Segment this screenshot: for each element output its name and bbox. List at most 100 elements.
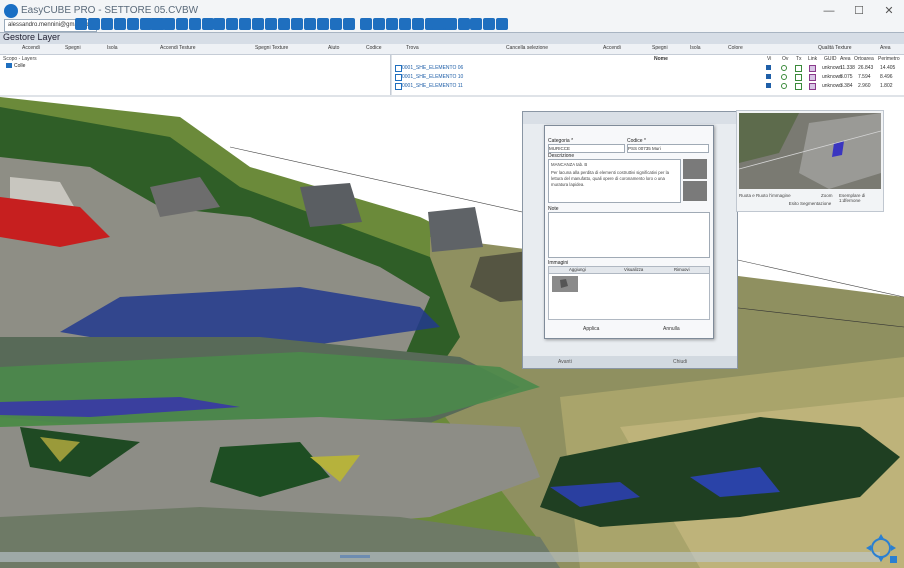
link-icon[interactable] (809, 65, 816, 72)
link-icon[interactable] (809, 74, 816, 81)
descrizione-textarea[interactable]: MANCANZA tab. B Per lacuna alla perdita … (548, 159, 681, 203)
chevron-left-icon[interactable] (239, 18, 251, 30)
visible-icon[interactable] (766, 74, 771, 79)
col-spegni-right[interactable]: Spegni (652, 45, 668, 51)
print-icon[interactable] (317, 18, 329, 30)
cube-icon[interactable] (386, 18, 398, 30)
folder-icon[interactable] (483, 18, 495, 30)
close-button[interactable]: ✕ (878, 4, 900, 18)
texture-icon[interactable] (795, 65, 802, 72)
grid-col-perimetro[interactable]: Perimetro (878, 56, 900, 62)
col-codice[interactable]: Codice (366, 45, 382, 51)
3d-viewport[interactable]: Avanti Chiudi Ruota e Ruoto l'immagine Z… (0, 97, 904, 568)
link-icon[interactable] (809, 83, 816, 90)
zoom-button[interactable]: Zoom (821, 193, 833, 198)
tree-item-colle[interactable]: Colle (6, 63, 25, 69)
maximize-button[interactable]: ☐ (848, 4, 870, 18)
table-row[interactable]: 0001_SHE_ELEMENTO 11 unknown 3.384 2.960 1.8… (392, 82, 904, 90)
categoria-select[interactable]: MURICCE (548, 144, 625, 153)
col-cancella-selezione[interactable]: Cancella selezione (506, 45, 548, 51)
back-dialog-close-button[interactable]: Chiudi (673, 359, 687, 365)
shapes-icon[interactable] (373, 18, 385, 30)
lock-icon[interactable] (458, 18, 470, 30)
table-row[interactable]: 0001_SHE_ELEMENTO 10 unknown 8.075 7.594 8.4… (392, 73, 904, 81)
filter-icon[interactable] (265, 18, 277, 30)
camera-icon[interactable] (127, 18, 139, 30)
settings-icon[interactable] (176, 18, 188, 30)
col-spegni-texture[interactable]: Spegni Texture (255, 45, 288, 51)
grid-col-area[interactable]: Area (840, 56, 851, 62)
note-textarea[interactable] (548, 212, 710, 258)
grid-nome-header[interactable]: Nome (654, 56, 668, 62)
cloud-icon[interactable] (114, 18, 126, 30)
home-icon[interactable] (75, 18, 87, 30)
segmentation-label[interactable]: Esito Segmentazione (739, 201, 881, 206)
overlay-icon[interactable] (781, 65, 787, 71)
annulla-button[interactable]: Annulla (663, 326, 680, 332)
grid-col-ov[interactable]: Ov (782, 56, 788, 62)
layers2-icon[interactable] (399, 18, 411, 30)
arrow-icon[interactable] (291, 18, 303, 30)
star-icon[interactable] (470, 18, 482, 30)
col-trova[interactable]: Trova (406, 45, 419, 51)
col-aiuto[interactable]: Aiuto (328, 45, 339, 51)
visible-icon[interactable] (766, 83, 771, 88)
chart-icon[interactable] (150, 18, 162, 30)
visualizza-image-button[interactable]: Visualizza (624, 267, 643, 272)
texture-icon[interactable] (795, 74, 802, 81)
scrollbar-thumb[interactable] (340, 555, 370, 558)
table-row[interactable]: 0001_SHE_ELEMENTO 06 unknown 11.338 26.843 1… (392, 64, 904, 72)
overlay-icon[interactable] (781, 83, 787, 89)
horizontal-scrollbar[interactable] (0, 552, 880, 562)
applica-button[interactable]: Applica (583, 326, 599, 332)
minimize-button[interactable]: — (818, 4, 840, 18)
edit-icon[interactable] (88, 18, 100, 30)
row-name: 0001_SHE_ELEMENTO 11 (402, 83, 463, 89)
col-isola[interactable]: Isola (107, 45, 118, 51)
row-select-checkbox[interactable] (395, 83, 402, 90)
pin-icon[interactable] (304, 18, 316, 30)
codice-select[interactable]: PSS 00735 Muri (627, 144, 709, 153)
col-spegni[interactable]: Spegni (65, 45, 81, 51)
download-icon[interactable] (252, 18, 264, 30)
tree-root[interactable]: Scopo - Layers (3, 56, 37, 62)
eye-icon[interactable] (445, 18, 457, 30)
share-icon[interactable] (496, 18, 508, 30)
aggiungi-image-button[interactable]: Aggiungi (569, 267, 586, 272)
link-icon[interactable] (226, 18, 238, 30)
refresh-icon[interactable] (278, 18, 290, 30)
texture-icon[interactable] (795, 83, 802, 90)
rotate-button[interactable]: Ruota e Ruoto l'immagine (739, 193, 791, 198)
row-ortoarea: 26.843 (858, 65, 874, 71)
row-select-checkbox[interactable] (395, 65, 402, 72)
box-icon[interactable] (343, 18, 355, 30)
grid-col-vi[interactable]: Vi (767, 56, 771, 62)
layers-icon[interactable] (101, 18, 113, 30)
col-area[interactable]: Area (880, 45, 891, 51)
tag-icon[interactable] (213, 18, 225, 30)
preview-image (739, 113, 881, 189)
export-icon[interactable] (330, 18, 342, 30)
grid-col-link[interactable]: Link (808, 56, 817, 62)
col-accendi-right[interactable]: Accendi (603, 45, 621, 51)
visible-icon[interactable] (766, 65, 771, 70)
col-accendi[interactable]: Accendi (22, 45, 40, 51)
overlay-icon[interactable] (781, 74, 787, 80)
grid-col-guid[interactable]: GUID (824, 56, 837, 62)
image-thumbnail[interactable] (552, 276, 578, 292)
zoom-icon[interactable] (432, 18, 444, 30)
navigation-widget[interactable] (864, 532, 898, 564)
map-icon[interactable] (163, 18, 175, 30)
back-dialog-next-button[interactable]: Avanti (558, 359, 572, 365)
row-select-checkbox[interactable] (395, 74, 402, 81)
grid-col-tx[interactable]: Tx (796, 56, 802, 62)
col-accendi-texture[interactable]: Accendi Testure (160, 45, 195, 51)
col-colore[interactable]: Colore (728, 45, 743, 51)
rimuovi-image-button[interactable]: Rimuovi (674, 267, 690, 272)
col-isola-right[interactable]: Isola (690, 45, 701, 51)
list-icon[interactable] (189, 18, 201, 30)
col-qualita-texture[interactable]: Qualità Texture (818, 45, 852, 51)
grid-col-ortoarea[interactable]: Ortoarea (854, 56, 874, 62)
measure-icon[interactable] (360, 18, 372, 30)
info-icon[interactable] (412, 18, 424, 30)
